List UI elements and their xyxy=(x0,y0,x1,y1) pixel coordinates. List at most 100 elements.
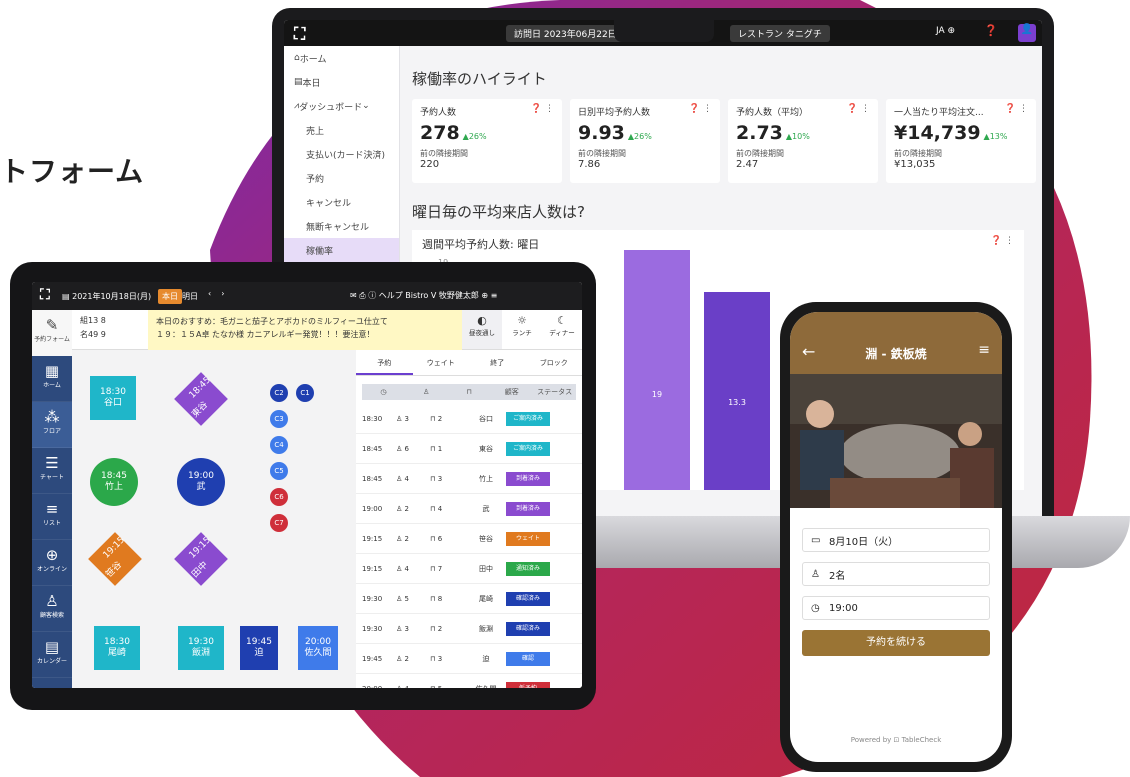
time-field[interactable]: ◷ 19:00 xyxy=(802,596,990,620)
table-diamond[interactable]: 19:15 田中 xyxy=(174,532,228,586)
table-circle[interactable]: C3 xyxy=(270,410,288,428)
chart-title: 週間平均予約人数: 曜日 xyxy=(422,238,540,251)
status-badge[interactable]: ご案内済み xyxy=(506,441,550,456)
table-time: 19:00 xyxy=(188,471,214,481)
sun-icon: ☼ xyxy=(517,314,527,327)
reservation-row[interactable]: 19:15 ♙ 2 ⊓ 6 笹谷 ウェイト xyxy=(356,524,582,554)
reservation-row[interactable]: 20:00♙ 4⊓ 5佐久間仮予約 xyxy=(356,674,582,688)
row-customer: 飯淵 xyxy=(479,624,493,633)
sidebar-item-occupancy[interactable]: 稼働率 xyxy=(284,238,399,262)
tab-wait[interactable]: ウェイト xyxy=(413,350,470,375)
table-square[interactable]: 20:00 佐久間 xyxy=(298,626,338,670)
language-selector[interactable]: JA ⊕ xyxy=(936,26,955,36)
table-circle[interactable]: C4 xyxy=(270,436,288,454)
sidebar-item-payments[interactable]: 支払い(カード決済) xyxy=(284,142,399,166)
table-square[interactable]: 19:45 迫 xyxy=(240,626,278,670)
table-diamond[interactable]: 18:45 東谷 xyxy=(174,372,228,426)
tab-reservations[interactable]: 予約 xyxy=(356,350,413,375)
status-badge[interactable]: 到着済み xyxy=(506,471,550,486)
kpi-value: 2.73 ▲10% xyxy=(736,122,870,144)
reservation-row[interactable]: 19:15 ♙ 4 ⊓ 7 田中 通知済み xyxy=(356,554,582,584)
date-field[interactable]: ▭ 8月10日（火） xyxy=(802,528,990,552)
people-count: 6 xyxy=(404,444,409,453)
status-badge[interactable]: 確認 xyxy=(506,651,550,666)
sidebar-label: 無断キャンセル xyxy=(306,222,370,233)
sidebar-item-chart[interactable]: ☰ チャート xyxy=(32,448,72,494)
reservation-row[interactable]: 19:00 ♙ 2 ⊓ 4 武 到着済み xyxy=(356,494,582,524)
reservation-row[interactable]: 18:30 ♙ 3 ⊓ 2 谷口 ご案内済み xyxy=(356,404,582,434)
table-circle[interactable]: 18:45 竹上 xyxy=(90,458,138,506)
table-icon[interactable]: ⊓ xyxy=(448,388,491,396)
table-diamond[interactable]: 19:15 笹谷 xyxy=(88,532,142,586)
sidebar-item-cancel[interactable]: キャンセル xyxy=(284,190,399,214)
more-icon[interactable]: ❓ ⋮ xyxy=(1005,104,1028,114)
sidebar-item-dashboard[interactable]: ⩘ ダッシュボード ⌄ xyxy=(284,94,399,118)
reservation-row[interactable]: 18:45 ♙ 4 ⊓ 3 竹上 到着済み xyxy=(356,464,582,494)
table-circle[interactable]: C1 xyxy=(296,384,314,402)
sidebar-item-customers[interactable]: ♙ 顧客検索 xyxy=(32,586,72,632)
help-icon[interactable]: ❓ xyxy=(984,24,998,37)
more-icon[interactable]: ❓ ⋮ xyxy=(991,236,1014,246)
kpi-delta: ▲26% xyxy=(462,132,487,141)
people-count: 4 xyxy=(404,564,409,573)
status-badge[interactable]: 確認済み xyxy=(506,591,550,606)
status-badge[interactable]: ウェイト xyxy=(506,531,550,546)
sidebar-item-home[interactable]: ⌂ ホーム xyxy=(284,46,399,70)
sidebar-item-calendar[interactable]: ▤ カレンダー xyxy=(32,632,72,678)
clock-icon[interactable]: ◷ xyxy=(362,388,405,396)
meal-lunch[interactable]: ☼ ランチ xyxy=(502,310,542,349)
sidebar-item-list[interactable]: ≡ リスト xyxy=(32,494,72,540)
table-square[interactable]: 18:30 谷口 xyxy=(90,376,136,420)
tomorrow-button[interactable]: 明日 xyxy=(182,291,198,302)
people-count: 2 xyxy=(404,654,409,663)
table-number: 8 xyxy=(437,594,443,603)
reservation-row[interactable]: 19:30 ♙ 3 ⊓ 2 飯淵 確認済み xyxy=(356,614,582,644)
tab-block[interactable]: ブロック xyxy=(526,350,583,375)
sidebar-item-form[interactable]: ✎ 予約フォーム xyxy=(32,310,72,356)
hamburger-menu-icon[interactable]: ≡ xyxy=(978,342,990,358)
today-button[interactable]: 本日 xyxy=(158,289,182,304)
sidebar-item-sales[interactable]: 売上 xyxy=(284,118,399,142)
store-selector[interactable]: レストラン タニグチ xyxy=(730,25,830,42)
reservation-row[interactable]: 18:45 ♙ 6 ⊓ 1 東谷 ご案内済み xyxy=(356,434,582,464)
meal-dinner[interactable]: ☾ ディナー xyxy=(542,310,582,349)
more-icon[interactable]: ❓ ⋮ xyxy=(847,104,870,114)
table-square[interactable]: 19:30 飯淵 xyxy=(178,626,224,670)
table-square[interactable]: 18:30 尾崎 xyxy=(94,626,140,670)
sidebar-item-floor[interactable]: ⁂ フロア xyxy=(32,402,72,448)
tab-finished[interactable]: 終了 xyxy=(469,350,526,375)
status-badge[interactable]: 確認済み xyxy=(506,621,550,636)
sidebar-item-today[interactable]: ▤ 本日 xyxy=(284,70,399,94)
sidebar-item-online[interactable]: ⊕ オンライン xyxy=(32,540,72,586)
daily-note[interactable]: 本日のおすすめ：毛ガニと茄子とアボカドのミルフィーユ仕立て １９：１５A卓 たな… xyxy=(148,310,462,350)
continue-booking-button[interactable]: 予約を続ける xyxy=(802,630,990,656)
more-icon[interactable]: ❓ ⋮ xyxy=(531,104,554,114)
sidebar-item-home[interactable]: ▦ ホーム xyxy=(32,356,72,402)
reservation-row[interactable]: 19:45 ♙ 2 ⊓ 3 迫 確認 xyxy=(356,644,582,674)
column-status[interactable]: ステータス xyxy=(533,387,576,397)
status-badge[interactable]: ご案内済み xyxy=(506,411,550,426)
meal-all-day[interactable]: ◐ 昼夜通し xyxy=(462,310,502,349)
status-badge[interactable]: 到着済み xyxy=(506,501,550,516)
more-icon[interactable]: ❓ ⋮ xyxy=(689,104,712,114)
tablet-user-menu[interactable]: ✉ ⎙ ⓘ ヘルプ Bistro V 牧野健太郎 ⊕ ≡ xyxy=(350,290,497,301)
sidebar-label: 売上 xyxy=(306,126,325,137)
reservation-row[interactable]: 19:30 ♙ 5 ⊓ 8 尾崎 確認済み xyxy=(356,584,582,614)
table-circle[interactable]: C5 xyxy=(270,462,288,480)
sidebar-item-reservations[interactable]: 予約 xyxy=(284,166,399,190)
table-circle[interactable]: 19:00 武 xyxy=(177,458,225,506)
table-circle[interactable]: C2 xyxy=(270,384,288,402)
table-circle[interactable]: C7 xyxy=(270,514,288,532)
status-badge[interactable]: 通知済み xyxy=(506,561,550,576)
meal-label: 昼夜通し xyxy=(469,329,495,337)
status-badge[interactable]: 仮予約 xyxy=(506,681,550,688)
date-picker[interactable]: ▤ 2021年10月18日(月) xyxy=(62,291,151,302)
party-size-field[interactable]: ♙ 2名 xyxy=(802,562,990,586)
column-customer[interactable]: 顧客 xyxy=(490,387,533,397)
user-avatar[interactable]: 👤 xyxy=(1018,24,1036,42)
person-icon[interactable]: ♙ xyxy=(405,388,448,396)
day-nav-arrows[interactable]: ‹› xyxy=(208,289,234,298)
table-circle[interactable]: C6 xyxy=(270,488,288,506)
sidebar-item-noshow[interactable]: 無断キャンセル xyxy=(284,214,399,238)
kpi-cards: 予約人数 ❓ ⋮ 278 ▲26% 前の隣接期間 220 日別平均予約人数 ❓ ⋮… xyxy=(412,99,1042,183)
